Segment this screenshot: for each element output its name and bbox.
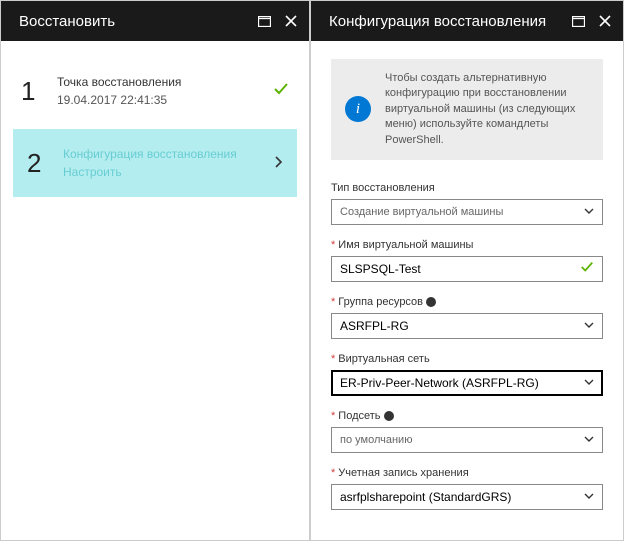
step-subtitle: 19.04.2017 22:41:35 [57,93,273,107]
config-title: Конфигурация восстановления [329,13,572,30]
info-icon: i [331,71,385,148]
select-value: Создание виртуальной машины [340,206,503,218]
maximize-icon[interactable] [572,16,585,27]
label-restore-type: Тип восстановления [331,182,603,194]
required-star: * [331,410,335,422]
step-title: Конфигурация восстановления [63,147,274,161]
step-recovery-point[interactable]: 1 Точка восстановления 19.04.2017 22:41:… [1,61,309,121]
restore-title: Восстановить [19,13,258,30]
chevron-right-icon [274,155,283,172]
field-restore-type: Тип восстановления Создание виртуальной … [331,182,603,225]
select-storage[interactable]: asrfplsharepoint (StandardGRS) [331,484,603,510]
select-value: ASRFPL-RG [340,319,409,333]
step-text: Точка восстановления 19.04.2017 22:41:35 [57,75,273,107]
close-icon[interactable] [599,15,611,27]
select-resource-group[interactable]: ASRFPL-RG [331,313,603,339]
step-restore-config[interactable]: 2 Конфигурация восстановления Настроить [13,129,297,197]
select-restore-type[interactable]: Создание виртуальной машины [331,199,603,225]
chevron-down-icon [584,206,594,217]
config-panel: Конфигурация восстановления i Чтобы созд… [310,0,624,541]
step-subtitle: Настроить [63,165,274,179]
wizard-steps: 1 Точка восстановления 19.04.2017 22:41:… [1,41,309,225]
info-dot-icon[interactable] [384,411,394,421]
required-star: * [331,296,335,308]
select-value: asrfplsharepoint (StandardGRS) [340,490,511,504]
required-star: * [331,353,335,365]
config-body: i Чтобы создать альтернативную конфигура… [311,41,623,534]
check-icon [580,260,594,277]
step-title: Точка восстановления [57,75,273,89]
step-number: 2 [27,148,63,179]
maximize-icon[interactable] [258,16,271,27]
chevron-down-icon [584,377,594,388]
required-star: * [331,239,335,251]
info-dot-icon[interactable] [426,297,436,307]
label-vnet: * Виртуальная сеть [331,353,603,365]
label-vm-name: * Имя виртуальной машины [331,239,603,251]
check-icon [273,81,289,102]
select-value: ER-Priv-Peer-Network (ASRFPL-RG) [340,376,539,390]
info-text: Чтобы создать альтернативную конфигураци… [385,71,589,148]
step-number: 1 [21,76,57,107]
field-vnet: * Виртуальная сеть ER-Priv-Peer-Network … [331,353,603,396]
input-vm-name[interactable]: SLSPSQL-Test [331,256,603,282]
restore-header-actions [258,15,297,27]
field-storage: * Учетная запись хранения asrfplsharepoi… [331,467,603,510]
chevron-down-icon [584,320,594,331]
select-vnet[interactable]: ER-Priv-Peer-Network (ASRFPL-RG) [331,370,603,396]
info-banner: i Чтобы создать альтернативную конфигура… [331,59,603,160]
config-header: Конфигурация восстановления [311,1,623,41]
label-subnet: * Подсеть [331,410,603,422]
label-storage: * Учетная запись хранения [331,467,603,479]
close-icon[interactable] [285,15,297,27]
input-value: SLSPSQL-Test [340,262,421,276]
field-subnet: * Подсеть по умолчанию [331,410,603,453]
required-star: * [331,467,335,479]
select-value: по умолчанию [340,434,412,446]
select-subnet[interactable]: по умолчанию [331,427,603,453]
step-text: Конфигурация восстановления Настроить [63,147,274,179]
field-vm-name: * Имя виртуальной машины SLSPSQL-Test [331,239,603,282]
config-header-actions [572,15,611,27]
restore-panel: Восстановить 1 Точка восстановления 19.0… [0,0,310,541]
label-resource-group: * Группа ресурсов [331,296,603,308]
chevron-down-icon [584,434,594,445]
field-resource-group: * Группа ресурсов ASRFPL-RG [331,296,603,339]
restore-header: Восстановить [1,1,309,41]
chevron-down-icon [584,491,594,502]
